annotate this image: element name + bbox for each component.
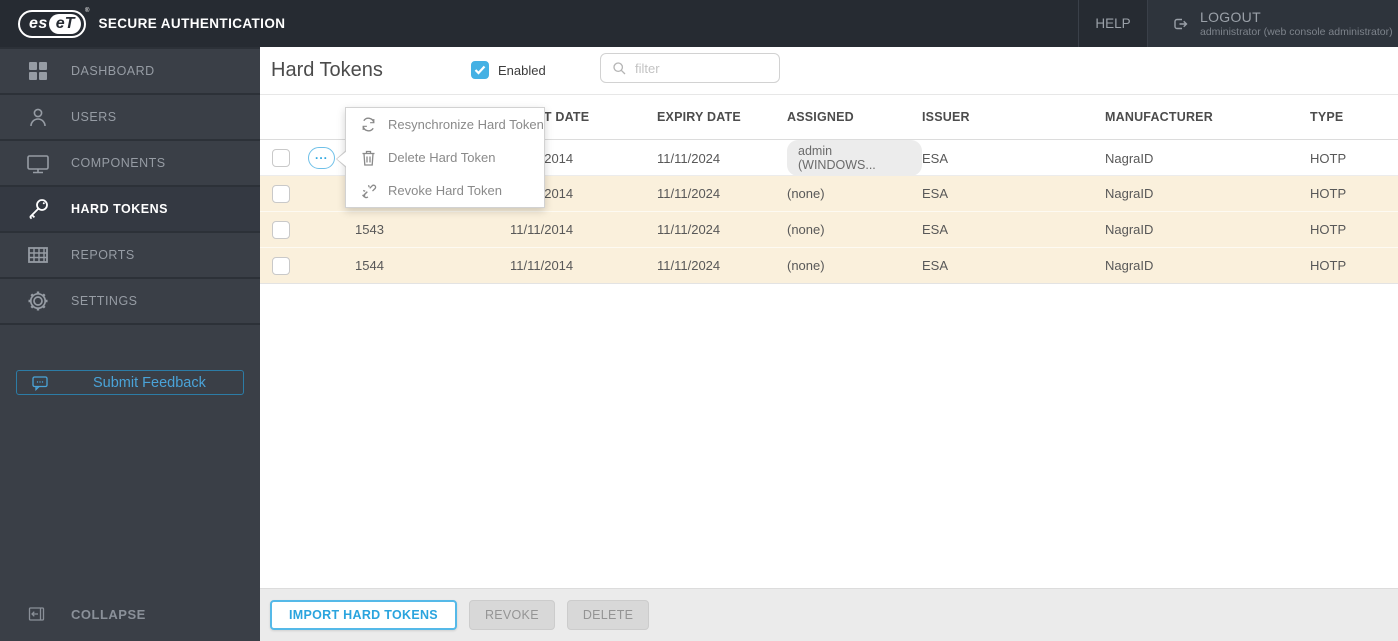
users-icon bbox=[25, 105, 51, 129]
table-row[interactable]: 1543 11/11/2014 11/11/2024 (none) ESA Na… bbox=[260, 212, 1398, 248]
row-checkbox[interactable] bbox=[272, 184, 290, 203]
cell-assigned: (none) bbox=[787, 258, 825, 273]
cell-manufacturer: NagraID bbox=[1105, 150, 1154, 166]
cell-assigned: (none) bbox=[787, 186, 825, 201]
submit-feedback-button[interactable]: Submit Feedback bbox=[16, 370, 244, 395]
enabled-label: Enabled bbox=[498, 62, 546, 78]
sidebar-item-label: DASHBOARD bbox=[71, 64, 155, 78]
column-header-manufacturer[interactable]: MANUFACTURER bbox=[1105, 110, 1310, 124]
logout-button[interactable]: LOGOUT administrator (web console admini… bbox=[1148, 0, 1398, 47]
cell-manufacturer: NagraID bbox=[1105, 222, 1154, 237]
sidebar-item-components[interactable]: COMPONENTS bbox=[0, 141, 260, 187]
menu-item-label: Delete Hard Token bbox=[388, 150, 496, 165]
sidebar-item-label: COMPONENTS bbox=[71, 156, 166, 170]
settings-icon bbox=[25, 288, 51, 314]
logout-label: LOGOUT bbox=[1200, 9, 1261, 25]
cell-expiry-date: 11/11/2024 bbox=[657, 222, 721, 237]
cell-issuer: ESA bbox=[922, 222, 949, 237]
sidebar-item-label: USERS bbox=[71, 110, 117, 124]
menu-item-resynchronize[interactable]: Resynchronize Hard Token bbox=[346, 108, 544, 141]
sidebar-item-hard-tokens[interactable]: HARD TOKENS bbox=[0, 187, 260, 233]
logout-user-info: administrator (web console administrator… bbox=[1200, 26, 1393, 38]
trash-icon bbox=[359, 149, 377, 167]
cell-start-date: 11/11/2014 bbox=[510, 258, 574, 273]
cell-type: HOTP bbox=[1310, 150, 1347, 166]
menu-item-label: Resynchronize Hard Token bbox=[388, 117, 544, 132]
topbar: es eT ® SECURE AUTHENTICATION HELP LOGOU… bbox=[0, 0, 1398, 47]
cell-expiry-date: 11/11/2024 bbox=[657, 150, 721, 166]
eset-logo: es eT ® bbox=[18, 7, 90, 38]
row-actions-button[interactable]: ... bbox=[308, 147, 335, 169]
help-button[interactable]: HELP bbox=[1078, 0, 1148, 47]
cell-expiry-date: 11/11/2024 bbox=[657, 258, 721, 273]
column-header-type[interactable]: TYPE bbox=[1310, 110, 1398, 124]
sidebar-item-settings[interactable]: SETTINGS bbox=[0, 279, 260, 325]
components-icon bbox=[25, 151, 51, 175]
filter-box bbox=[600, 53, 780, 83]
sidebar-item-dashboard[interactable]: DASHBOARD bbox=[0, 49, 260, 95]
sidebar-item-users[interactable]: USERS bbox=[0, 95, 260, 141]
help-label: HELP bbox=[1095, 16, 1131, 31]
cell-start-date: 11/11/2014 bbox=[510, 222, 574, 237]
cell-manufacturer: NagraID bbox=[1105, 186, 1154, 201]
registered-mark: ® bbox=[85, 7, 90, 14]
column-header-assigned[interactable]: ASSIGNED bbox=[787, 110, 922, 124]
dashboard-icon bbox=[25, 59, 51, 83]
menu-item-label: Revoke Hard Token bbox=[388, 183, 502, 198]
brand: es eT ® SECURE AUTHENTICATION bbox=[18, 7, 286, 38]
collapse-label: COLLAPSE bbox=[71, 606, 146, 622]
table-row[interactable]: 1544 11/11/2014 11/11/2024 (none) ESA Na… bbox=[260, 248, 1398, 284]
cell-issuer: ESA bbox=[922, 186, 949, 201]
search-icon bbox=[612, 61, 627, 76]
row-context-menu: Resynchronize Hard Token Delete Hard Tok… bbox=[336, 107, 545, 208]
row-checkbox[interactable] bbox=[272, 149, 290, 167]
column-header-expiry-date[interactable]: EXPIRY DATE bbox=[657, 110, 787, 124]
filter-input[interactable] bbox=[635, 60, 765, 76]
import-hard-tokens-button[interactable]: IMPORT HARD TOKENS bbox=[270, 600, 457, 630]
cell-serial: 1543 bbox=[355, 222, 384, 237]
eset-logo-right: eT bbox=[48, 13, 82, 34]
row-checkbox[interactable] bbox=[272, 256, 290, 275]
revoke-icon bbox=[359, 182, 377, 199]
cell-type: HOTP bbox=[1310, 258, 1347, 273]
eset-logo-left: es bbox=[29, 14, 48, 32]
sidebar-item-label: SETTINGS bbox=[71, 294, 138, 308]
main-content: Hard Tokens Enabled START DATE EXPIRY DA… bbox=[260, 47, 1398, 641]
page-header: Hard Tokens Enabled bbox=[260, 47, 1398, 95]
cell-manufacturer: NagraID bbox=[1105, 258, 1154, 273]
cell-type: HOTP bbox=[1310, 222, 1347, 237]
reports-icon bbox=[25, 243, 51, 267]
cell-issuer: ESA bbox=[922, 258, 949, 273]
revoke-button[interactable]: REVOKE bbox=[468, 600, 555, 630]
menu-item-revoke[interactable]: Revoke Hard Token bbox=[346, 174, 544, 207]
cell-issuer: ESA bbox=[922, 150, 949, 166]
footer-action-bar: IMPORT HARD TOKENS REVOKE DELETE bbox=[260, 588, 1398, 641]
cell-assigned: (none) bbox=[787, 222, 825, 237]
sidebar: DASHBOARD USERS COMPONENTS HARD TOKENS R… bbox=[0, 47, 260, 641]
column-header-issuer[interactable]: ISSUER bbox=[922, 110, 1105, 124]
collapse-icon bbox=[28, 606, 45, 622]
cell-serial: 1544 bbox=[355, 258, 384, 273]
logout-icon bbox=[1170, 14, 1190, 34]
feedback-bubble-icon bbox=[31, 375, 49, 391]
row-checkbox[interactable] bbox=[272, 220, 290, 239]
submit-feedback-label: Submit Feedback bbox=[93, 374, 206, 391]
enabled-checkbox[interactable] bbox=[471, 61, 489, 79]
assigned-user-badge: admin (WINDOWS... bbox=[787, 140, 922, 176]
menu-item-delete[interactable]: Delete Hard Token bbox=[346, 141, 544, 174]
sidebar-item-label: REPORTS bbox=[71, 248, 135, 262]
hard-tokens-key-icon bbox=[25, 196, 51, 222]
cell-type: HOTP bbox=[1310, 186, 1347, 201]
collapse-button[interactable]: COLLAPSE bbox=[0, 601, 260, 627]
cell-expiry-date: 11/11/2024 bbox=[657, 186, 721, 201]
page-title: Hard Tokens bbox=[271, 59, 383, 81]
resync-icon bbox=[359, 116, 377, 133]
sidebar-item-reports[interactable]: REPORTS bbox=[0, 233, 260, 279]
delete-button[interactable]: DELETE bbox=[566, 600, 650, 630]
product-name: SECURE AUTHENTICATION bbox=[98, 16, 286, 31]
sidebar-item-label: HARD TOKENS bbox=[71, 202, 168, 216]
